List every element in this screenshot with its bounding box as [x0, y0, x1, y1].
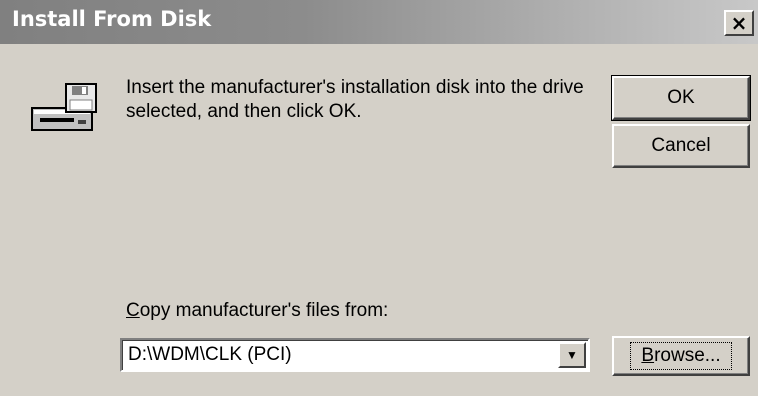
- disk-drive-icon: [31, 83, 97, 131]
- chevron-down-icon: ▼: [566, 348, 578, 362]
- ok-button[interactable]: OK: [611, 75, 751, 121]
- close-icon: ×: [730, 11, 748, 35]
- ok-button-label: OK: [667, 87, 695, 108]
- browse-focus-rect: Browse...: [630, 342, 732, 370]
- cancel-button[interactable]: Cancel: [612, 124, 750, 168]
- browse-button[interactable]: Browse...: [612, 336, 750, 376]
- copy-from-label-text: opy manufacturer's files from:: [139, 300, 389, 321]
- close-button[interactable]: ×: [724, 10, 754, 36]
- copy-from-label-mnemonic: C: [126, 300, 140, 321]
- instruction-text: Insert the manufacturer's installation d…: [126, 77, 584, 122]
- browse-label-mnemonic: B: [641, 345, 655, 366]
- browse-label-text: rowse...: [654, 345, 721, 366]
- copy-from-path-value[interactable]: D:\WDM\CLK (PCI): [128, 344, 292, 366]
- copy-from-label: Copy manufacturer's files from:: [126, 300, 388, 322]
- dropdown-button[interactable]: ▼: [558, 342, 586, 368]
- copy-from-combobox[interactable]: D:\WDM\CLK (PCI) ▼: [120, 338, 590, 372]
- title-bar[interactable]: Install From Disk ×: [0, 0, 758, 44]
- cancel-button-label: Cancel: [651, 135, 711, 156]
- window-title: Install From Disk: [12, 7, 212, 31]
